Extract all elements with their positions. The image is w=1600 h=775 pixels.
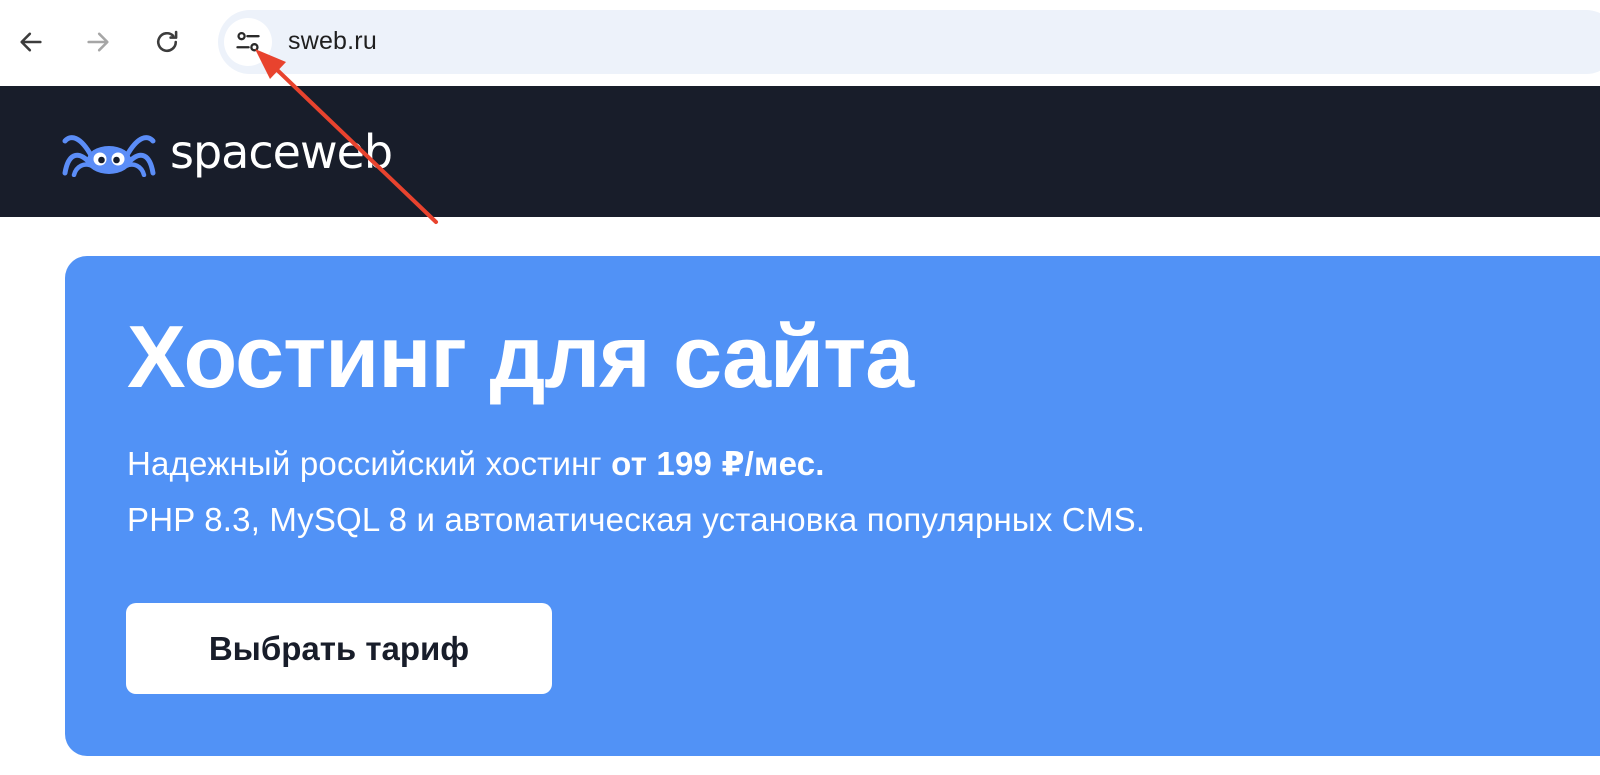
address-bar[interactable]: sweb.ru	[218, 10, 1600, 74]
arrow-left-icon	[20, 32, 42, 52]
hero-description-line-2: PHP 8.3, MySQL 8 и автоматическая устано…	[127, 501, 1146, 538]
arrow-right-icon	[87, 32, 109, 52]
reload-button[interactable]	[147, 22, 187, 62]
hero-description-text: Надежный российский хостинг	[127, 445, 612, 482]
tune-icon	[236, 31, 260, 52]
hero-price: от 199 ₽/мес.	[611, 445, 825, 482]
site-logo[interactable]: spaceweb	[62, 120, 393, 184]
url-text[interactable]: sweb.ru	[288, 27, 377, 56]
hero-title: Хостинг для сайта	[127, 307, 914, 406]
hero-description-line-1: Надежный российский хостинг от 199 ₽/мес…	[127, 444, 825, 483]
site-header: spaceweb	[0, 86, 1600, 217]
logo-text: spaceweb	[170, 125, 393, 179]
browser-toolbar: sweb.ru	[0, 0, 1600, 86]
spider-logo-icon	[62, 135, 156, 177]
hero-banner: Хостинг для сайта Надежный российский хо…	[65, 256, 1600, 756]
back-button[interactable]	[11, 22, 51, 62]
forward-button[interactable]	[78, 22, 118, 62]
choose-tariff-button[interactable]: Выбрать тариф	[126, 603, 552, 694]
site-info-button[interactable]	[224, 18, 272, 66]
reload-icon	[157, 30, 178, 53]
